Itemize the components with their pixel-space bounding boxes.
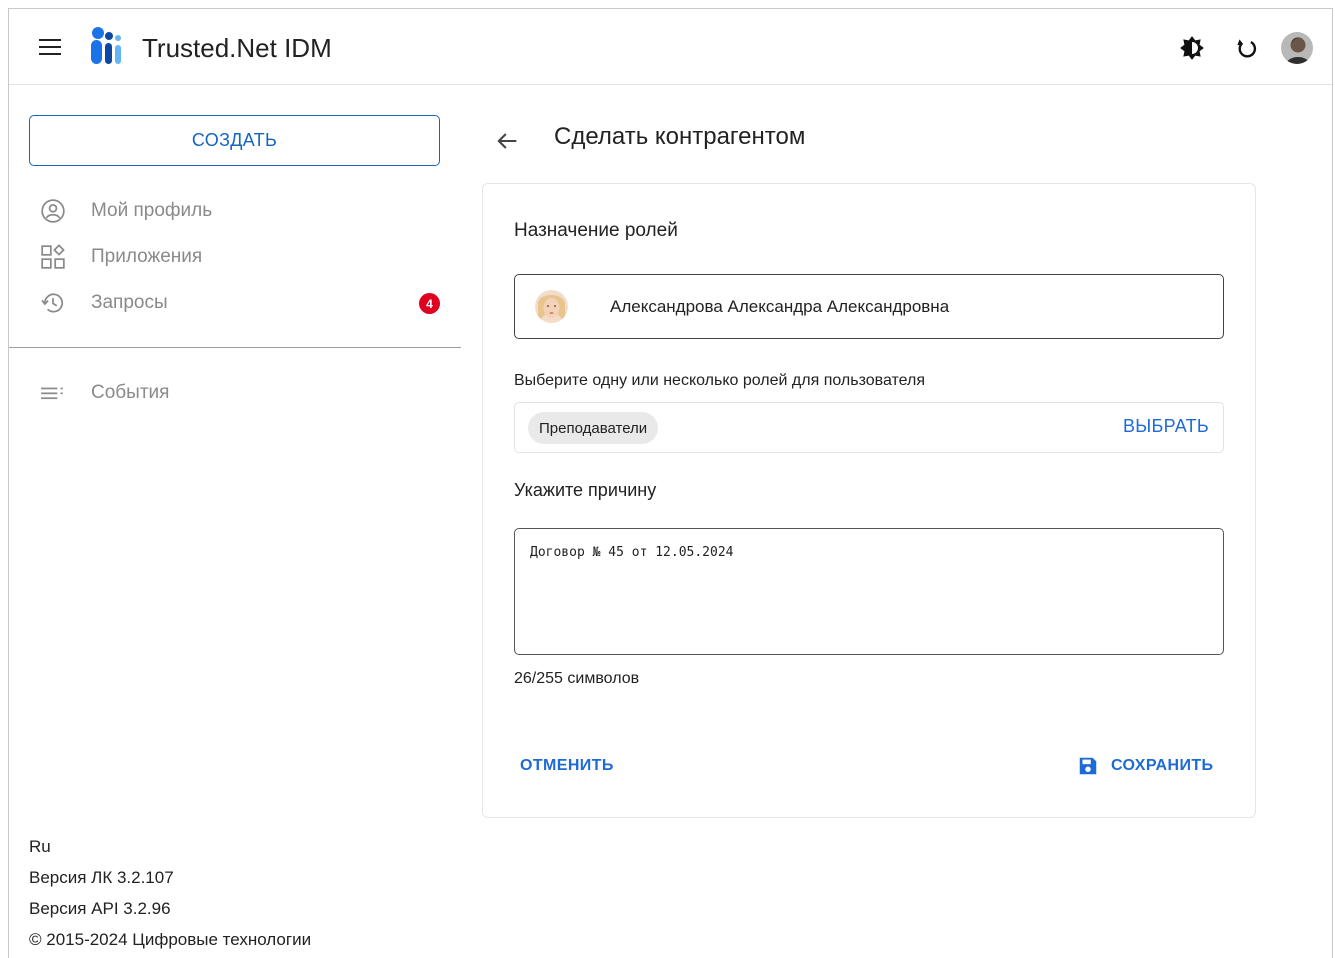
hamburger-menu-icon[interactable]: [39, 39, 61, 55]
language-switch[interactable]: Ru: [29, 837, 51, 857]
app-window: Trusted.Net IDM СОЗДАТЬ Мой профиль Прил…: [8, 8, 1333, 958]
role-chip[interactable]: Преподаватели: [528, 412, 659, 444]
sidebar-divider: [9, 347, 461, 348]
sidebar-item-apps[interactable]: Приложения: [29, 237, 449, 277]
apps-icon: [29, 244, 77, 270]
assign-roles-card: Назначение ролей Александрова Александра…: [482, 183, 1256, 818]
choose-roles-button[interactable]: ВЫБРАТЬ: [1123, 416, 1209, 437]
page-title: Сделать контрагентом: [554, 123, 806, 150]
section-title: Назначение ролей: [514, 220, 678, 241]
cancel-button[interactable]: ОТМЕНИТЬ: [520, 757, 614, 775]
char-counter: 26/255 символов: [514, 670, 640, 687]
sidebar-item-events[interactable]: События: [29, 373, 449, 413]
app-title: Trusted.Net IDM: [142, 33, 332, 63]
user-avatar-icon[interactable]: [1281, 32, 1313, 64]
requests-count-badge: 4: [419, 293, 440, 314]
save-button[interactable]: СОХРАНИТЬ: [1077, 754, 1213, 778]
version-lk: Версия ЛК 3.2.107: [29, 868, 174, 887]
version-api: Версия API 3.2.96: [29, 899, 171, 918]
copyright: © 2015-2024 Цифровые технологии: [29, 930, 312, 949]
sidebar-item-label: События: [91, 382, 170, 403]
brightness-icon[interactable]: [1179, 35, 1205, 61]
sidebar-item-label: Приложения: [91, 246, 203, 267]
user-name: Александрова Александра Александровна: [610, 296, 950, 316]
sidebar-item-requests[interactable]: Запросы: [29, 283, 449, 323]
top-app-bar: Trusted.Net IDM: [9, 9, 1332, 85]
user-field[interactable]: Александрова Александра Александровна: [514, 274, 1224, 339]
history-icon: [29, 290, 77, 316]
account-circle-icon: [29, 198, 77, 224]
logo-icon: [91, 27, 121, 64]
sidebar-item-profile[interactable]: Мой профиль: [29, 191, 449, 231]
reason-label: Укажите причину: [514, 480, 657, 500]
sidebar-item-label: Мой профиль: [91, 200, 213, 221]
refresh-icon[interactable]: [1233, 35, 1259, 61]
reason-textarea[interactable]: Договор № 45 от 12.05.2024: [514, 528, 1224, 655]
roles-field[interactable]: Преподаватели ВЫБРАТЬ: [514, 402, 1224, 453]
roles-label: Выберите одну или несколько ролей для по…: [514, 372, 926, 389]
sidebar-item-label: Запросы: [91, 292, 168, 313]
save-icon: [1079, 757, 1097, 775]
back-arrow-icon[interactable]: [493, 127, 521, 155]
list-icon: [29, 380, 77, 406]
create-button[interactable]: СОЗДАТЬ: [29, 115, 440, 166]
save-button-label: СОХРАНИТЬ: [1111, 757, 1214, 774]
user-photo-icon: [535, 290, 568, 323]
